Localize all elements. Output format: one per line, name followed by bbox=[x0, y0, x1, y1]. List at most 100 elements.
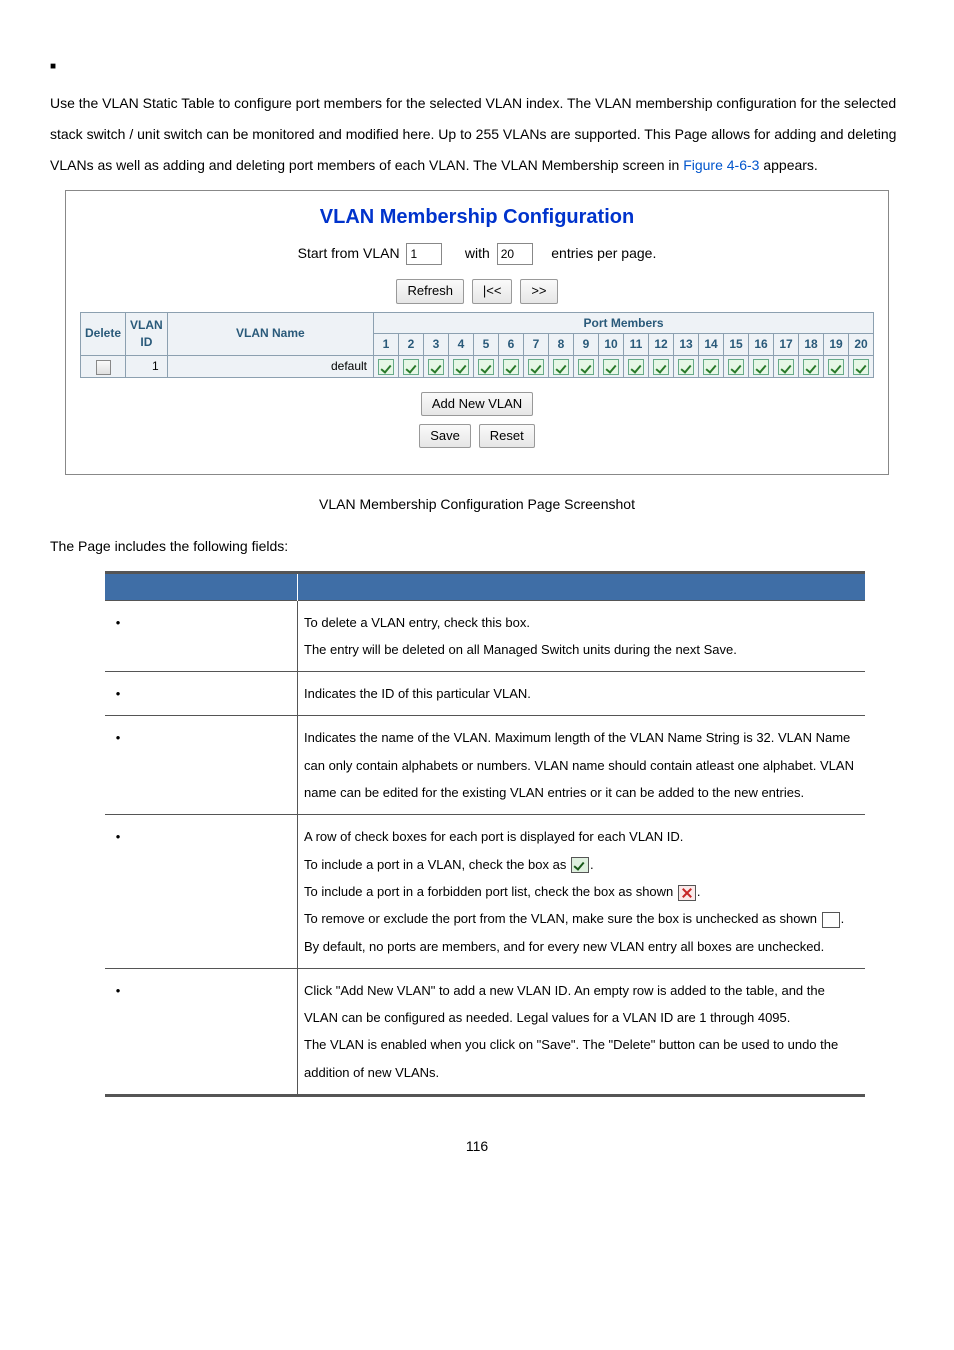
port-number: 18 bbox=[799, 334, 824, 356]
text: To include a port in a forbidden port li… bbox=[304, 884, 677, 899]
text: By default, no ports are members, and fo… bbox=[304, 939, 824, 954]
vlan-id-cell: 1 bbox=[126, 356, 168, 378]
entries-per-page-input[interactable] bbox=[497, 243, 533, 265]
add-vlan-row: Add New VLAN bbox=[80, 392, 874, 416]
field-name bbox=[105, 968, 298, 1095]
col-delete: Delete bbox=[81, 312, 126, 356]
port-number: 16 bbox=[749, 334, 774, 356]
fields-intro: The Page includes the following fields: bbox=[50, 537, 904, 557]
checked-icon bbox=[728, 359, 744, 375]
checked-icon bbox=[628, 359, 644, 375]
refresh-button[interactable]: Refresh bbox=[396, 279, 464, 303]
paging-controls: Start from VLAN with entries per page. bbox=[80, 243, 874, 265]
field-row-vlan-id: Indicates the ID of this particular VLAN… bbox=[105, 672, 865, 716]
field-name bbox=[105, 716, 298, 815]
checked-icon bbox=[678, 359, 694, 375]
port-member-checkbox[interactable] bbox=[849, 356, 874, 378]
checked-icon bbox=[778, 359, 794, 375]
port-member-checkbox[interactable] bbox=[599, 356, 624, 378]
save-button[interactable]: Save bbox=[419, 424, 471, 448]
port-member-checkbox[interactable] bbox=[699, 356, 724, 378]
field-name bbox=[105, 600, 298, 672]
port-member-checkbox[interactable] bbox=[549, 356, 574, 378]
port-member-checkbox[interactable] bbox=[624, 356, 649, 378]
port-member-checkbox[interactable] bbox=[524, 356, 549, 378]
port-member-checkbox[interactable] bbox=[749, 356, 774, 378]
field-row-delete: To delete a VLAN entry, check this box. … bbox=[105, 600, 865, 672]
with-label: with bbox=[465, 245, 490, 261]
reset-button[interactable]: Reset bbox=[479, 424, 535, 448]
fields-header-object bbox=[105, 572, 298, 600]
add-new-vlan-button[interactable]: Add New VLAN bbox=[421, 392, 533, 416]
checked-icon bbox=[578, 359, 594, 375]
checked-icon bbox=[528, 359, 544, 375]
port-number: 15 bbox=[724, 334, 749, 356]
vlan-membership-screenshot: VLAN Membership Configuration Start from… bbox=[65, 190, 889, 475]
field-row-add-new: Click "Add New VLAN" to add a new VLAN I… bbox=[105, 968, 865, 1095]
text: . bbox=[590, 857, 594, 872]
text: Click "Add New VLAN" to add a new VLAN I… bbox=[304, 983, 825, 1025]
port-member-checkbox[interactable] bbox=[424, 356, 449, 378]
intro-paragraph: Use the VLAN Static Table to configure p… bbox=[50, 88, 904, 180]
port-member-checkbox[interactable] bbox=[574, 356, 599, 378]
col-port-members: Port Members bbox=[374, 312, 874, 334]
port-member-checkbox[interactable] bbox=[824, 356, 849, 378]
checked-icon bbox=[603, 359, 619, 375]
field-description: Click "Add New VLAN" to add a new VLAN I… bbox=[298, 968, 866, 1095]
field-row-vlan-name: Indicates the name of the VLAN. Maximum … bbox=[105, 716, 865, 815]
port-number: 4 bbox=[449, 334, 474, 356]
port-number: 9 bbox=[574, 334, 599, 356]
checked-icon bbox=[753, 359, 769, 375]
port-member-checkbox[interactable] bbox=[399, 356, 424, 378]
delete-checkbox-cell[interactable] bbox=[81, 356, 126, 378]
table-row: 1 default bbox=[81, 356, 874, 378]
port-member-checkbox[interactable] bbox=[774, 356, 799, 378]
vlan-name-cell[interactable]: default bbox=[167, 356, 373, 378]
col-vlan-id: VLAN ID bbox=[126, 312, 168, 356]
checked-icon bbox=[428, 359, 444, 375]
checked-icon bbox=[378, 359, 394, 375]
checked-icon bbox=[453, 359, 469, 375]
first-page-button[interactable]: |<< bbox=[472, 279, 513, 303]
text: To delete a VLAN entry, check this box. bbox=[304, 615, 530, 630]
port-member-checkbox[interactable] bbox=[474, 356, 499, 378]
next-page-button[interactable]: >> bbox=[520, 279, 557, 303]
port-number: 7 bbox=[524, 334, 549, 356]
port-number: 2 bbox=[399, 334, 424, 356]
port-member-checkbox[interactable] bbox=[799, 356, 824, 378]
start-label: Start from VLAN bbox=[298, 245, 400, 261]
start-vlan-input[interactable] bbox=[406, 243, 442, 265]
figure-reference-link[interactable]: Figure 4-6-3 bbox=[683, 157, 759, 173]
port-member-checkbox[interactable] bbox=[374, 356, 399, 378]
section-marker: ■ bbox=[50, 60, 904, 74]
nav-button-row: Refresh |<< >> bbox=[80, 279, 874, 303]
checked-icon bbox=[853, 359, 869, 375]
screenshot-caption: VLAN Membership Configuration Page Scree… bbox=[50, 495, 904, 515]
text: . bbox=[841, 911, 845, 926]
port-number: 17 bbox=[774, 334, 799, 356]
port-number: 12 bbox=[649, 334, 674, 356]
membership-table: Delete VLAN ID VLAN Name Port Members 1 … bbox=[80, 312, 874, 378]
checked-icon bbox=[503, 359, 519, 375]
port-number: 10 bbox=[599, 334, 624, 356]
intro-text-post: appears. bbox=[759, 157, 817, 173]
checked-icon bbox=[828, 359, 844, 375]
port-member-checkbox[interactable] bbox=[499, 356, 524, 378]
checked-icon bbox=[703, 359, 719, 375]
field-description: A row of check boxes for each port is di… bbox=[298, 815, 866, 968]
text: The VLAN is enabled when you click on "S… bbox=[304, 1037, 838, 1079]
page-number: 116 bbox=[50, 1137, 904, 1157]
port-member-checkbox[interactable] bbox=[674, 356, 699, 378]
text: The entry will be deleted on all Managed… bbox=[304, 642, 737, 657]
port-number: 1 bbox=[374, 334, 399, 356]
fields-table: To delete a VLAN entry, check this box. … bbox=[105, 571, 865, 1097]
entries-label: entries per page. bbox=[551, 245, 656, 261]
checked-icon bbox=[478, 359, 494, 375]
text: To remove or exclude the port from the V… bbox=[304, 911, 821, 926]
port-number: 3 bbox=[424, 334, 449, 356]
fields-header-description bbox=[298, 572, 866, 600]
port-member-checkbox[interactable] bbox=[724, 356, 749, 378]
port-member-checkbox[interactable] bbox=[649, 356, 674, 378]
port-member-checkbox[interactable] bbox=[449, 356, 474, 378]
port-number: 19 bbox=[824, 334, 849, 356]
